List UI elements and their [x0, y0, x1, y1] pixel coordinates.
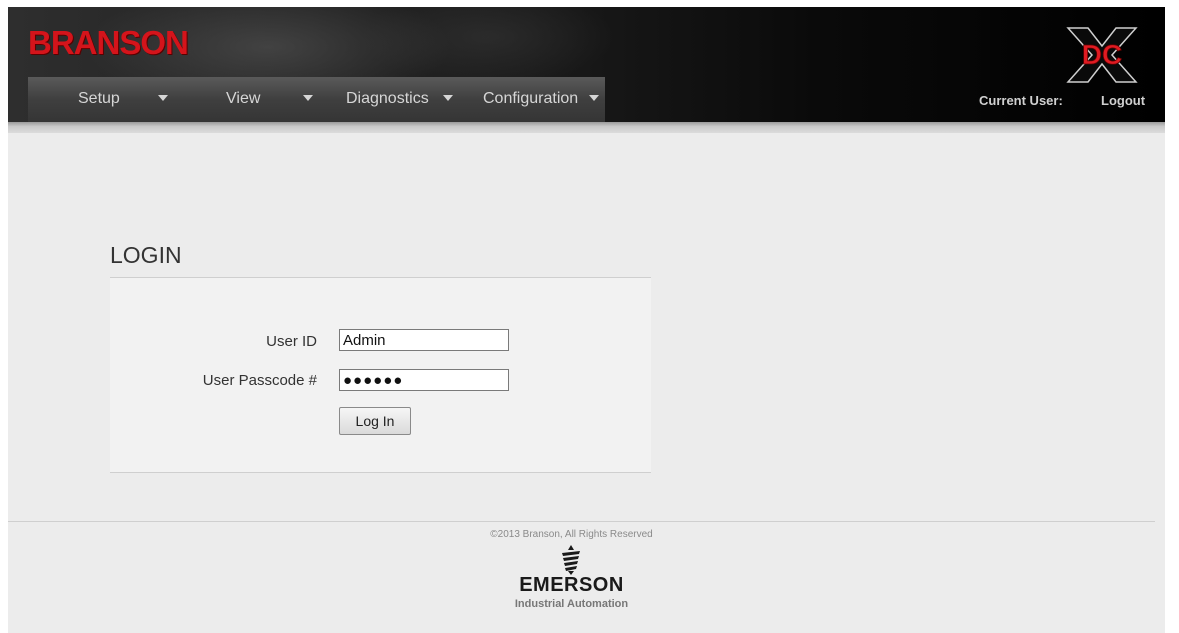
chevron-down-icon	[588, 94, 599, 101]
main-nav: Setup View Diagnostics Configuration	[28, 77, 605, 122]
login-title: LOGIN	[110, 242, 182, 268]
header-divider	[8, 122, 1165, 133]
emerson-division: Industrial Automation	[514, 598, 629, 610]
user-id-label: User ID	[266, 333, 317, 350]
branson-logo: BRANSON	[28, 24, 189, 61]
passcode-input[interactable]	[339, 369, 509, 391]
dc-logo: DC	[1066, 27, 1138, 83]
nav-setup-label: Setup	[78, 90, 120, 107]
nav-diagnostics[interactable]: Diagnostics	[346, 77, 454, 122]
header-bar: BRANSON Setup View Diagnostics Configura…	[8, 7, 1165, 122]
nav-diagnostics-label: Diagnostics	[346, 90, 429, 107]
chevron-down-icon	[302, 94, 313, 101]
emerson-wordmark: EMERSON	[519, 574, 624, 596]
nav-view-label: View	[226, 90, 261, 107]
nav-configuration[interactable]: Configuration	[483, 77, 599, 122]
current-user-label: Current User:	[979, 93, 1063, 108]
footer-divider	[8, 521, 1155, 522]
passcode-label: User Passcode #	[202, 372, 317, 389]
login-panel: User ID User Passcode # Log In	[110, 278, 651, 473]
nav-configuration-label: Configuration	[483, 90, 579, 107]
dc-logo-text: DC	[1082, 39, 1122, 70]
logout-link[interactable]: Logout	[1101, 93, 1145, 108]
chevron-down-icon	[443, 94, 454, 101]
chevron-down-icon	[158, 94, 169, 101]
nav-setup[interactable]: Setup	[78, 77, 169, 122]
emerson-logo-icon	[562, 545, 580, 575]
nav-view[interactable]: View	[226, 77, 313, 122]
copyright-text: ©2013 Branson, All Rights Reserved	[490, 529, 653, 540]
user-id-input[interactable]	[339, 329, 509, 351]
login-button[interactable]: Log In	[339, 407, 411, 435]
app-window: BRANSON Setup View Diagnostics Configura…	[8, 7, 1165, 633]
